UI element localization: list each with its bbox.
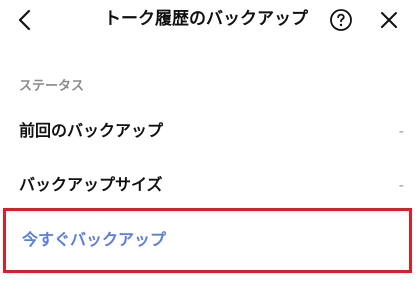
- help-circle-icon: [330, 9, 352, 31]
- back-button[interactable]: [12, 6, 38, 34]
- last-backup-label: 前回のバックアップ: [19, 121, 164, 140]
- close-icon: [381, 12, 397, 28]
- page-title: トーク履歴のバックアップ: [104, 9, 308, 29]
- header-bar: トーク履歴のバックアップ: [0, 0, 418, 40]
- backup-size-row: バックアップサイズ -: [0, 165, 418, 205]
- chevron-left-icon: [18, 9, 31, 31]
- close-button[interactable]: [376, 6, 402, 34]
- backup-size-label: バックアップサイズ: [19, 175, 163, 194]
- backup-size-value: -: [398, 176, 404, 194]
- backup-now-button[interactable]: 今すぐバックアップ: [3, 208, 412, 273]
- backup-screen: トーク履歴のバックアップ ステータス 前回のバックアップ - バックアップサイズ…: [0, 0, 418, 295]
- backup-now-label: 今すぐバックアップ: [22, 230, 167, 249]
- last-backup-value: -: [398, 122, 404, 140]
- last-backup-row: 前回のバックアップ -: [0, 111, 418, 151]
- help-button[interactable]: [327, 6, 355, 34]
- section-label-status: ステータス: [19, 79, 85, 94]
